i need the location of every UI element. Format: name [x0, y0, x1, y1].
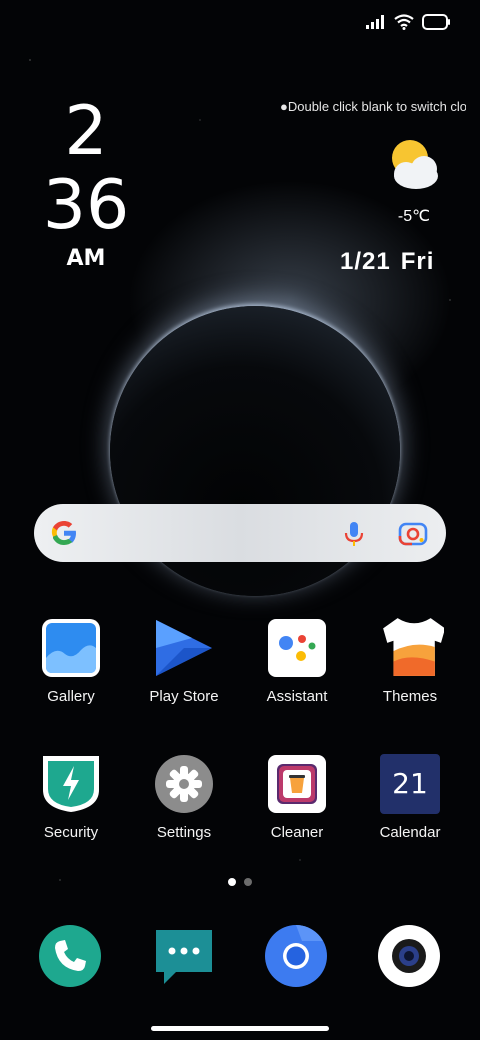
app-label: Play Store [149, 688, 219, 705]
weather-temperature[interactable]: -5℃ [382, 206, 446, 226]
home-indicator[interactable] [151, 1026, 329, 1031]
chrome-icon[interactable] [264, 924, 328, 988]
security-icon [43, 756, 99, 812]
clock-minute[interactable]: 36 [0, 166, 172, 246]
clock-hour[interactable]: 2 [0, 92, 172, 172]
themes-icon [383, 618, 444, 676]
app-label: Themes [382, 688, 438, 705]
settings-icon [155, 755, 213, 813]
assistant-icon [268, 619, 326, 677]
calendar-day: 21 [392, 767, 428, 800]
phone-icon[interactable] [38, 924, 102, 988]
play-store-icon [156, 620, 212, 676]
app-label: Security [43, 824, 99, 841]
app-label: Gallery [47, 688, 95, 705]
app-label: Calendar [379, 824, 441, 841]
messages-icon[interactable] [152, 924, 216, 988]
partly-cloudy-icon[interactable] [384, 136, 442, 194]
google-icon [51, 521, 76, 545]
date-display[interactable]: 1/21 Fri [340, 248, 434, 276]
app-label: Assistant [266, 688, 328, 705]
battery-icon [422, 14, 450, 30]
signal-icon [366, 15, 384, 29]
calendar-icon: 21 [380, 754, 440, 814]
status-bar [366, 14, 450, 30]
lens-icon[interactable] [398, 522, 428, 546]
cleaner-icon [268, 755, 326, 813]
app-label: Settings [156, 824, 212, 841]
switch-clock-hint: ●Double click blank to switch clock [280, 99, 466, 114]
gallery-icon [42, 619, 100, 677]
camera-icon[interactable] [377, 924, 441, 988]
clock-ampm: AM [66, 246, 106, 271]
mic-icon[interactable] [342, 521, 366, 547]
date-weekday: Fri [400, 248, 435, 275]
page-dot-active [228, 878, 236, 886]
date-day: 1/21 [340, 248, 391, 275]
page-indicator [228, 878, 252, 886]
google-search-bar[interactable] [34, 504, 446, 562]
app-label: Cleaner [270, 824, 324, 841]
wifi-icon [394, 14, 414, 30]
page-dot [244, 878, 252, 886]
